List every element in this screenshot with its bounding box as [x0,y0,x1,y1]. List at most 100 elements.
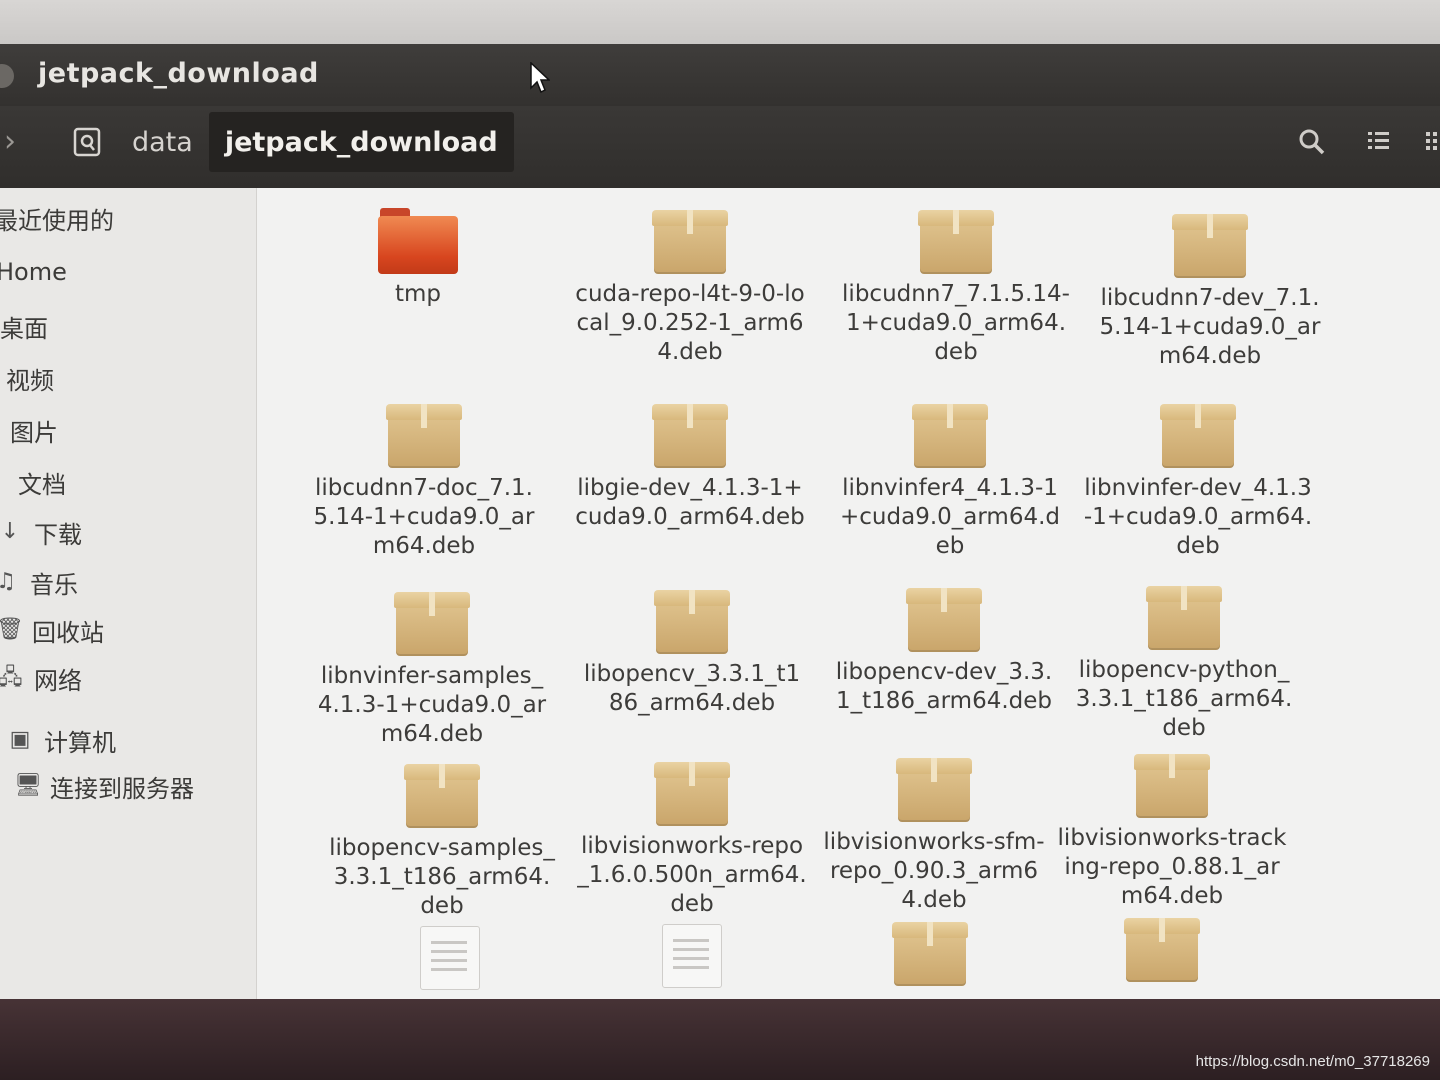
package-icon [892,920,968,986]
search-icon[interactable] [1298,128,1326,163]
breadcrumb-data[interactable]: data [116,112,209,172]
mouse-cursor-icon [530,62,550,94]
package-icon [1146,584,1222,650]
sidebar-item-documents[interactable]: 文档 [18,460,66,504]
file-grid: tmp cuda-repo-l4t-9-0-local_9.0.252-1_ar… [257,188,1440,999]
file-item[interactable] [335,926,565,996]
folder-icon [378,208,458,274]
sidebar-item-desktop[interactable]: 桌面 [0,304,48,348]
file-item[interactable]: libopencv-samples_3.3.1_t186_arm64.deb [327,762,557,921]
file-name: libcudnn7-dev_7.1.5.14-1+cuda9.0_arm64.d… [1099,285,1321,369]
package-icon [1160,402,1236,468]
sidebar-item-recent[interactable]: 最近使用的 [0,196,114,240]
sidebar-item-home[interactable]: Home [0,250,67,294]
music-icon: ♫ [0,569,16,594]
package-icon [1124,916,1200,982]
file-item[interactable]: libvisionworks-sfm-repo_0.90.3_arm64.deb [819,756,1049,915]
file-item[interactable]: libnvinfer4_4.1.3-1+cuda9.0_arm64.deb [835,402,1065,561]
sidebar-item-downloads[interactable]: ↓ 下载 [0,510,82,554]
package-icon [386,402,462,468]
package-icon [394,590,470,656]
text-document-icon [662,924,722,988]
file-item[interactable]: libnvinfer-dev_4.1.3-1+cuda9.0_arm64.deb [1083,402,1313,561]
file-name: libopencv_3.3.1_t186_arm64.deb [583,661,801,716]
sidebar-item-label: 桌面 [0,314,48,343]
file-item[interactable]: tmp [303,208,533,309]
file-name: libcudnn7_7.1.5.14-1+cuda9.0_arm64.deb [842,281,1070,365]
forward-icon[interactable]: › [4,124,16,159]
sidebar-item-label: 最近使用的 [0,206,114,235]
sidebar-item-pictures[interactable]: 图片 [10,408,58,452]
package-icon [918,208,994,274]
package-icon [404,762,480,828]
file-item[interactable]: libopencv-python_3.3.1_t186_arm64.deb [1069,584,1299,743]
download-icon: ↓ [0,519,20,544]
sidebar-item-label: 音乐 [30,570,78,599]
breadcrumb-jetpack-download[interactable]: jetpack_download [208,112,514,172]
file-item[interactable]: libopencv-dev_3.3.1_t186_arm64.deb [829,586,1059,716]
file-name: libgie-dev_4.1.3-1+cuda9.0_arm64.deb [575,475,805,530]
file-name: tmp [394,281,442,307]
file-name: libvisionworks-tracking-repo_0.88.1_arm6… [1057,825,1287,909]
grid-view-icon[interactable] [1424,128,1440,161]
file-name: libnvinfer-samples_4.1.3-1+cuda9.0_arm64… [317,663,547,747]
package-icon [1172,212,1248,278]
server-icon: 🖥 [14,773,42,798]
file-name: cuda-repo-l4t-9-0-local_9.0.252-1_arm64.… [575,281,805,365]
file-item[interactable]: libnvinfer-samples_4.1.3-1+cuda9.0_arm64… [317,590,547,749]
file-item[interactable]: libvisionworks-repo_1.6.0.500n_arm64.deb [577,760,807,919]
file-name: libopencv-python_3.3.1_t186_arm64.deb [1075,657,1293,741]
file-item[interactable]: libopencv_3.3.1_t186_arm64.deb [577,588,807,718]
sidebar-item-music[interactable]: ♫ 音乐 [0,560,78,604]
file-item[interactable]: libcudnn7-dev_7.1.5.14-1+cuda9.0_arm64.d… [1095,212,1325,371]
sidebar-item-label: 网络 [34,666,82,695]
sidebar-item-label: 文档 [18,470,66,499]
sidebar-item-label: 回收站 [32,618,104,647]
list-view-icon[interactable] [1366,128,1392,161]
sidebar-item-connect-server[interactable]: 🖥 连接到服务器 [14,764,194,808]
file-name: libvisionworks-repo_1.6.0.500n_arm64.deb [577,833,807,917]
package-icon [896,756,972,822]
sidebar-item-network[interactable]: 🖧 网络 [0,656,82,700]
file-item[interactable] [1047,916,1277,988]
file-name: libopencv-dev_3.3.1_t186_arm64.deb [835,659,1053,714]
package-icon [652,402,728,468]
sidebar-item-label: 视频 [6,366,54,395]
desktop-top-strip [0,0,1440,48]
file-name: libvisionworks-sfm-repo_0.90.3_arm64.deb [823,829,1045,913]
file-name: libcudnn7-doc_7.1.5.14-1+cuda9.0_arm64.d… [313,475,535,559]
file-item[interactable]: cuda-repo-l4t-9-0-local_9.0.252-1_arm64.… [575,208,805,367]
package-icon [654,588,730,654]
file-name: libopencv-samples_3.3.1_t186_arm64.deb [329,835,555,919]
window-close-icon[interactable] [0,64,14,88]
file-item[interactable] [577,924,807,994]
trash-icon: 🗑 [0,617,24,642]
file-item[interactable]: libcudnn7-doc_7.1.5.14-1+cuda9.0_arm64.d… [309,402,539,561]
file-item[interactable] [815,920,1045,992]
sidebar-item-label: 图片 [10,418,58,447]
package-icon [652,208,728,274]
file-item[interactable]: libcudnn7_7.1.5.14-1+cuda9.0_arm64.deb [841,208,1071,367]
sidebar-item-trash[interactable]: 🗑 回收站 [0,608,104,652]
home-drive-icon[interactable] [58,112,116,172]
file-item[interactable]: libgie-dev_4.1.3-1+cuda9.0_arm64.deb [575,402,805,532]
file-item[interactable]: libvisionworks-tracking-repo_0.88.1_arm6… [1057,752,1287,911]
title-bar[interactable]: jetpack_download [0,44,1440,106]
path-toolbar: › data jetpack_download [0,106,1440,188]
sidebar-item-computer[interactable]: ▣ 计算机 [8,718,116,762]
sidebar-item-label: 计算机 [44,728,116,757]
window-title: jetpack_download [38,58,319,89]
file-manager-window: jetpack_download › data jetpack_download [0,44,1440,999]
sidebar-item-videos[interactable]: 视频 [6,356,54,400]
sidebar-item-label: 连接到服务器 [50,774,194,803]
sidebar-item-label: Home [0,258,67,286]
package-icon [906,586,982,652]
file-name: libnvinfer4_4.1.3-1+cuda9.0_arm64.deb [840,475,1060,559]
package-icon [654,760,730,826]
package-icon [1134,752,1210,818]
file-name: libnvinfer-dev_4.1.3-1+cuda9.0_arm64.deb [1083,475,1313,559]
text-document-icon [420,926,480,990]
places-sidebar: 最近使用的 Home 桌面 视频 图片 文档 ↓ 下载 ♫ 音乐 🗑 回收站 🖧… [0,188,257,999]
breadcrumb: data jetpack_download [58,112,514,172]
package-icon [912,402,988,468]
